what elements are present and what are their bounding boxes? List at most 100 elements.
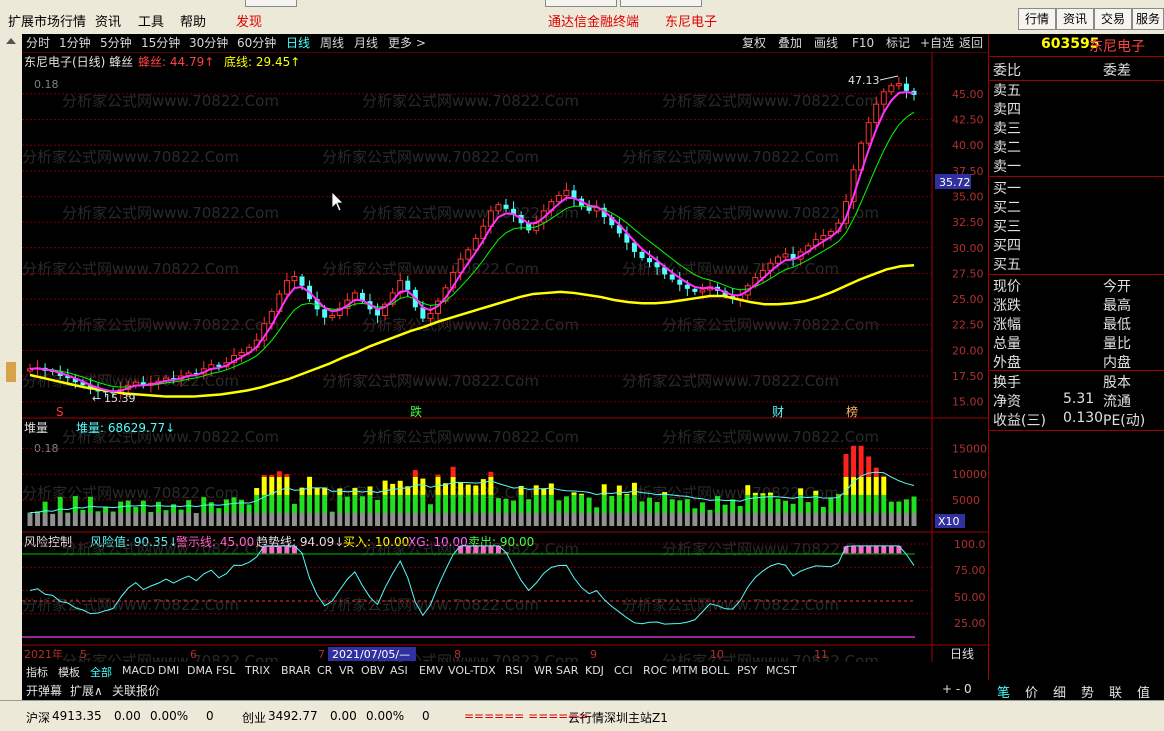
indicator-tab-dmi[interactable]: DMI — [158, 664, 179, 677]
indicator-tab-rsi[interactable]: RSI — [505, 664, 523, 677]
menu-help[interactable]: 帮助 — [180, 11, 206, 30]
panel-tab[interactable]: 值 — [1137, 682, 1150, 701]
indicator-tab-vr[interactable]: VR — [339, 664, 354, 677]
indicator-tab-asi[interactable]: ASI — [390, 664, 408, 677]
volume-bar-segment — [904, 499, 909, 513]
volume-bar-segment — [617, 495, 622, 513]
volume-bar-segment — [360, 513, 365, 526]
marker-rank[interactable]: 榜 — [846, 404, 858, 419]
volume-bar-segment — [96, 511, 101, 513]
tool-f10[interactable]: F10 — [852, 34, 874, 52]
period-15min[interactable]: 15分钟 — [141, 34, 180, 52]
menu-info[interactable]: 资讯 — [95, 11, 121, 30]
volume-bar-segment — [375, 513, 380, 526]
volume-bar-segment — [337, 513, 342, 526]
volume-bar-segment — [692, 508, 697, 513]
chart-area[interactable]: 分析家公式网www.70822.Com分析家公式网www.70822.Com分析… — [22, 52, 988, 662]
volume-bar-segment — [851, 495, 856, 513]
candle-body — [647, 258, 652, 262]
indicator-tab-trix[interactable]: TRIX — [245, 664, 270, 677]
volume-bar-segment — [322, 495, 327, 513]
price-ytick: 27.50 — [952, 267, 984, 280]
indicator-tab-指标[interactable]: 指标 — [26, 664, 48, 680]
sh-vol: 0 — [206, 709, 214, 723]
time-label-5: 5 — [80, 648, 87, 661]
panel-tab[interactable]: 势 — [1081, 682, 1094, 701]
menu-market[interactable]: 扩展市场行情 — [8, 11, 86, 30]
indicator-tab-cr[interactable]: CR — [317, 664, 332, 677]
indicator-tab-kdj[interactable]: KDJ — [585, 664, 604, 677]
volume-bar-segment — [156, 502, 161, 513]
indicator-tab-mcst[interactable]: MCST — [766, 664, 797, 677]
indicator-tab-vol-tdx[interactable]: VOL-TDX — [448, 664, 496, 677]
marker-fall[interactable]: 跌 — [410, 404, 422, 419]
indicator-tab-fsl[interactable]: FSL — [216, 664, 235, 677]
period-weekly[interactable]: 周线 — [320, 34, 344, 52]
indicator-tab-全部[interactable]: 全部 — [90, 664, 112, 680]
indicator-tab-obv[interactable]: OBV — [361, 664, 384, 677]
panel-tab[interactable]: 细 — [1053, 682, 1066, 701]
scroll-up-icon[interactable] — [6, 38, 16, 44]
indicator-tab-roc[interactable]: ROC — [643, 664, 667, 677]
panel-tab[interactable]: 价 — [1025, 682, 1038, 701]
volume-bar-segment — [164, 513, 169, 526]
watermark-text: 分析家公式网www.70822.Com — [622, 596, 839, 614]
menu-tools[interactable]: 工具 — [138, 11, 164, 30]
account-box[interactable] — [545, 0, 617, 7]
tool-back[interactable]: 返回 — [959, 34, 983, 52]
danmaku-toggle[interactable]: 开弹幕 — [26, 682, 62, 699]
tool-add-watch[interactable]: +自选 — [920, 34, 954, 52]
volume-bar-segment — [156, 513, 161, 526]
panel-tab[interactable]: 联 — [1109, 682, 1122, 701]
volume-bar-segment — [594, 507, 599, 513]
login-box[interactable] — [620, 0, 702, 7]
indicator-tab-dma[interactable]: DMA — [187, 664, 213, 677]
expand-toggle[interactable]: 扩展∧ — [70, 682, 103, 699]
indicator-tab-cci[interactable]: CCI — [614, 664, 633, 677]
volume-bar-segment — [760, 513, 765, 526]
volume-bar-segment — [247, 513, 252, 526]
indicator-tab-boll[interactable]: BOLL — [701, 664, 729, 677]
panel-tab[interactable]: 笔 — [997, 682, 1010, 701]
period-monthly[interactable]: 月线 — [354, 34, 378, 52]
indicator-tab-emv[interactable]: EMV — [419, 664, 443, 677]
volume-bar-segment — [171, 513, 176, 526]
volume-bar-segment — [768, 493, 773, 495]
scroll-thumb[interactable] — [6, 362, 16, 382]
indicator-tab-wr[interactable]: WR — [534, 664, 553, 677]
volume-bar-segment — [776, 513, 781, 526]
period-5min[interactable]: 5分钟 — [100, 34, 132, 52]
volume-bar-segment — [315, 488, 320, 495]
menu-discover[interactable]: 发现 — [236, 11, 262, 30]
tool-overlay[interactable]: 叠加 — [778, 34, 802, 52]
marker-s[interactable]: S — [56, 405, 64, 419]
candle-body — [670, 274, 675, 279]
indicator-tab-brar[interactable]: BRAR — [281, 664, 311, 677]
indicator-tab-sar[interactable]: SAR — [556, 664, 578, 677]
indicator-tab-模板[interactable]: 模板 — [58, 664, 80, 680]
volume-bar-segment — [345, 497, 350, 513]
btn-quotes[interactable]: 行情 — [1018, 8, 1056, 30]
marker-finance[interactable]: 财 — [772, 405, 784, 419]
zoom-controls[interactable]: + - 0 — [942, 682, 972, 696]
period-30min[interactable]: 30分钟 — [189, 34, 228, 52]
search-box[interactable] — [245, 0, 297, 7]
period-60min[interactable]: 60分钟 — [237, 34, 276, 52]
tool-mark[interactable]: 标记 — [886, 34, 910, 52]
period-more[interactable]: 更多 > — [388, 34, 426, 52]
left-scroll-strip[interactable] — [0, 34, 22, 700]
period-daily[interactable]: 日线 — [286, 34, 310, 52]
related-quote[interactable]: 关联报价 — [112, 682, 160, 699]
volume-bar-segment — [617, 486, 622, 495]
btn-trade[interactable]: 交易 — [1094, 8, 1132, 30]
period-1min[interactable]: 1分钟 — [59, 34, 91, 52]
indicator-tab-mtm[interactable]: MTM — [672, 664, 698, 677]
btn-news[interactable]: 资讯 — [1056, 8, 1094, 30]
period-tick[interactable]: 分时 — [26, 34, 50, 52]
tool-fuquan[interactable]: 复权 — [742, 34, 766, 52]
indicator-tab-macd[interactable]: MACD — [122, 664, 155, 677]
indicator-tab-psy[interactable]: PSY — [737, 664, 757, 677]
volume-unit-tag: X10 — [938, 515, 960, 528]
tool-draw[interactable]: 画线 — [814, 34, 838, 52]
btn-service[interactable]: 服务 — [1132, 8, 1164, 30]
